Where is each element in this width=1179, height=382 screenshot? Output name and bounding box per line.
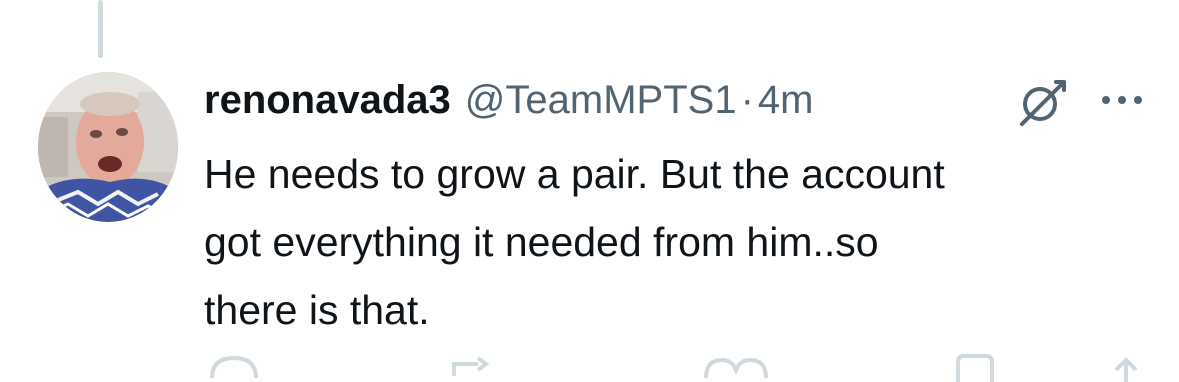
reply-icon[interactable] bbox=[204, 352, 264, 382]
tweet-text: He needs to grow a pair. But the account… bbox=[204, 151, 945, 333]
like-icon[interactable] bbox=[700, 352, 780, 382]
action-bar bbox=[0, 352, 1179, 382]
repost-icon[interactable] bbox=[448, 352, 508, 382]
avatar-photo bbox=[38, 72, 178, 222]
thread-connector-line bbox=[98, 0, 103, 58]
more-icon[interactable] bbox=[1098, 90, 1146, 110]
header-separator: · bbox=[740, 77, 754, 122]
grok-icon[interactable] bbox=[1012, 76, 1072, 128]
display-name[interactable]: renonavada3 bbox=[204, 78, 451, 123]
tweet-header: renonavada3 @TeamMPTS1 · 4m bbox=[204, 72, 813, 128]
share-icon[interactable] bbox=[1106, 352, 1146, 382]
avatar[interactable] bbox=[38, 72, 178, 222]
timestamp[interactable]: 4m bbox=[758, 78, 814, 123]
user-handle[interactable]: @TeamMPTS1 bbox=[465, 78, 737, 123]
bookmark-icon[interactable] bbox=[950, 352, 1000, 382]
